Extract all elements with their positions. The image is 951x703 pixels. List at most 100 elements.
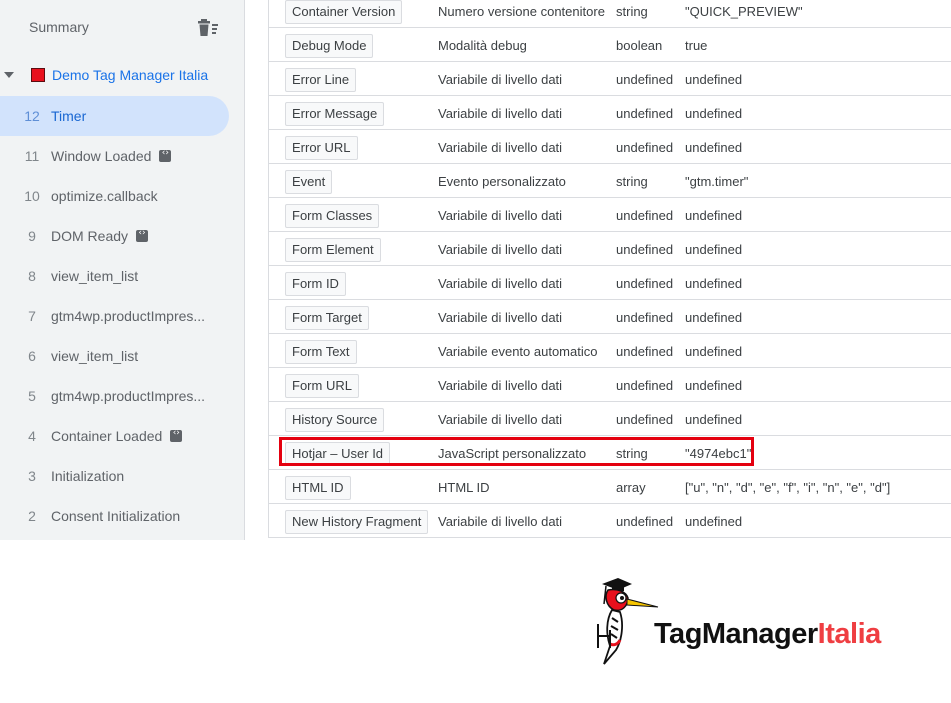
- variable-value: undefined: [685, 276, 743, 291]
- variable-value: undefined: [685, 140, 743, 155]
- variable-return-type: undefined: [616, 208, 674, 223]
- variable-return-type: undefined: [616, 106, 674, 121]
- caret-down-icon[interactable]: [4, 72, 14, 78]
- variable-name-chip[interactable]: Form Text: [285, 340, 357, 364]
- event-item[interactable]: 2 Consent Initialization: [0, 496, 229, 536]
- variable-value: undefined: [685, 72, 743, 87]
- variable-value: undefined: [685, 310, 743, 325]
- variable-name-chip[interactable]: Error Line: [285, 68, 357, 92]
- variable-name-chip[interactable]: Hotjar – User Id: [285, 442, 391, 466]
- variable-return-type: undefined: [616, 412, 674, 427]
- event-label: Consent Initialization: [51, 508, 180, 524]
- variable-name-chip[interactable]: Form ID: [285, 272, 346, 296]
- variable-name-chip[interactable]: HTML ID: [285, 476, 351, 500]
- variable-name-chip[interactable]: History Source: [285, 408, 385, 432]
- logo-text-italia: Italia: [817, 618, 882, 650]
- event-item[interactable]: 6 view_item_list: [0, 336, 229, 376]
- event-number: 11: [24, 148, 40, 164]
- variable-type: Variabile di livello dati: [438, 106, 563, 121]
- variable-return-type: undefined: [616, 276, 674, 291]
- event-label-text: view_item_list: [51, 348, 139, 364]
- summary-title[interactable]: Summary: [29, 19, 89, 35]
- variable-return-type: undefined: [616, 378, 674, 393]
- variable-name-chip[interactable]: Form Classes: [285, 204, 380, 228]
- variable-value: ["u", "n", "d", "e", "f", "i", "n", "e",…: [685, 480, 891, 495]
- event-item[interactable]: 12 Timer: [0, 96, 229, 136]
- variable-type: Variabile di livello dati: [438, 208, 563, 223]
- table-row-highlighted: Hotjar – User Id JavaScript personalizzat…: [269, 436, 951, 470]
- code-tag-icon: [159, 148, 172, 162]
- table-row: New History Fragment Variabile di livello…: [269, 504, 951, 538]
- event-label: Window Loaded: [51, 148, 172, 164]
- event-item[interactable]: 10 optimize.callback: [0, 176, 229, 216]
- event-item[interactable]: 4 Container Loaded: [0, 416, 229, 456]
- sidebar-header: Summary: [0, 0, 244, 56]
- table-row: Error Message Variabile di livello dati un…: [269, 96, 951, 130]
- event-label-text: optimize.callback: [51, 188, 158, 204]
- table-row: Form ID Variabile di livello dati undefine…: [269, 266, 951, 300]
- variable-return-type: undefined: [616, 140, 674, 155]
- variable-return-type: string: [616, 174, 648, 189]
- container-color-icon: [31, 68, 45, 82]
- event-label: DOM Ready: [51, 228, 149, 244]
- event-list: 12 Timer 11 Window Loaded 10 optimize.callbac…: [0, 96, 244, 536]
- event-number: 12: [24, 108, 40, 124]
- event-number: 3: [28, 468, 36, 484]
- variables-table: Container Version Numero versione conteni…: [268, 0, 951, 538]
- variable-type: Evento personalizzato: [438, 174, 566, 189]
- variable-value: undefined: [685, 106, 743, 121]
- variable-type: Variabile di livello dati: [438, 378, 563, 393]
- variable-value: undefined: [685, 378, 743, 393]
- container-tree-item[interactable]: Demo Tag Manager Italia: [0, 62, 244, 90]
- event-number: 10: [24, 188, 40, 204]
- variable-type: Variabile di livello dati: [438, 242, 563, 257]
- table-row: Event Evento personalizzato string "gtm.tim…: [269, 164, 951, 198]
- variable-name-chip[interactable]: Form URL: [285, 374, 359, 398]
- woodpecker-mascot-icon: [597, 578, 659, 665]
- variable-type: Variabile di livello dati: [438, 72, 563, 87]
- variable-name-chip[interactable]: Container Version: [285, 0, 403, 24]
- logo-text-tagmanager: TagManager: [654, 618, 818, 650]
- variable-name-chip[interactable]: New History Fragment: [285, 510, 429, 534]
- variable-value: undefined: [685, 242, 743, 257]
- variable-value: undefined: [685, 514, 743, 529]
- delete-sweep-icon[interactable]: [198, 19, 220, 37]
- event-label: Initialization: [51, 468, 124, 484]
- variable-type: Variabile di livello dati: [438, 412, 563, 427]
- table-row: Form Element Variabile di livello dati und…: [269, 232, 951, 266]
- variable-return-type: undefined: [616, 344, 674, 359]
- container-name[interactable]: Demo Tag Manager Italia: [52, 67, 208, 83]
- event-item[interactable]: 3 Initialization: [0, 456, 229, 496]
- variable-name-chip[interactable]: Form Target: [285, 306, 369, 330]
- event-label-text: Window Loaded: [51, 148, 152, 164]
- variable-name-chip[interactable]: Event: [285, 170, 333, 194]
- event-label-text: DOM Ready: [51, 228, 129, 244]
- variable-value: "QUICK_PREVIEW": [685, 4, 803, 19]
- table-row: Error URL Variabile di livello dati undefi…: [269, 130, 951, 164]
- variable-return-type: string: [616, 446, 648, 461]
- variable-type: HTML ID: [438, 480, 490, 495]
- event-item[interactable]: 11 Window Loaded: [0, 136, 229, 176]
- event-label-text: gtm4wp.productImpres...: [51, 388, 206, 404]
- event-number: 6: [28, 348, 36, 364]
- event-label: view_item_list: [51, 348, 138, 364]
- event-item[interactable]: 7 gtm4wp.productImpres...: [0, 296, 229, 336]
- variable-name-chip[interactable]: Debug Mode: [285, 34, 374, 58]
- variable-value: undefined: [685, 208, 743, 223]
- event-label-text: Container Loaded: [51, 428, 163, 444]
- variable-return-type: boolean: [616, 38, 663, 53]
- variable-value: "4974ebc1": [685, 446, 752, 461]
- logo-wordmark: TagManagerItalia: [654, 618, 881, 651]
- event-item[interactable]: 9 DOM Ready: [0, 216, 229, 256]
- table-row: Form Classes Variabile di livello dati und…: [269, 198, 951, 232]
- event-label-text: view_item_list: [51, 268, 139, 284]
- variable-name-chip[interactable]: Form Element: [285, 238, 381, 262]
- variable-name-chip[interactable]: Error Message: [285, 102, 385, 126]
- event-item[interactable]: 5 gtm4wp.productImpres...: [0, 376, 229, 416]
- event-label-text: Timer: [51, 108, 87, 124]
- code-tag-icon: [170, 428, 183, 442]
- event-item[interactable]: 8 view_item_list: [0, 256, 229, 296]
- variable-return-type: array: [616, 480, 646, 495]
- variable-name-chip[interactable]: Error URL: [285, 136, 358, 160]
- event-label: view_item_list: [51, 268, 138, 284]
